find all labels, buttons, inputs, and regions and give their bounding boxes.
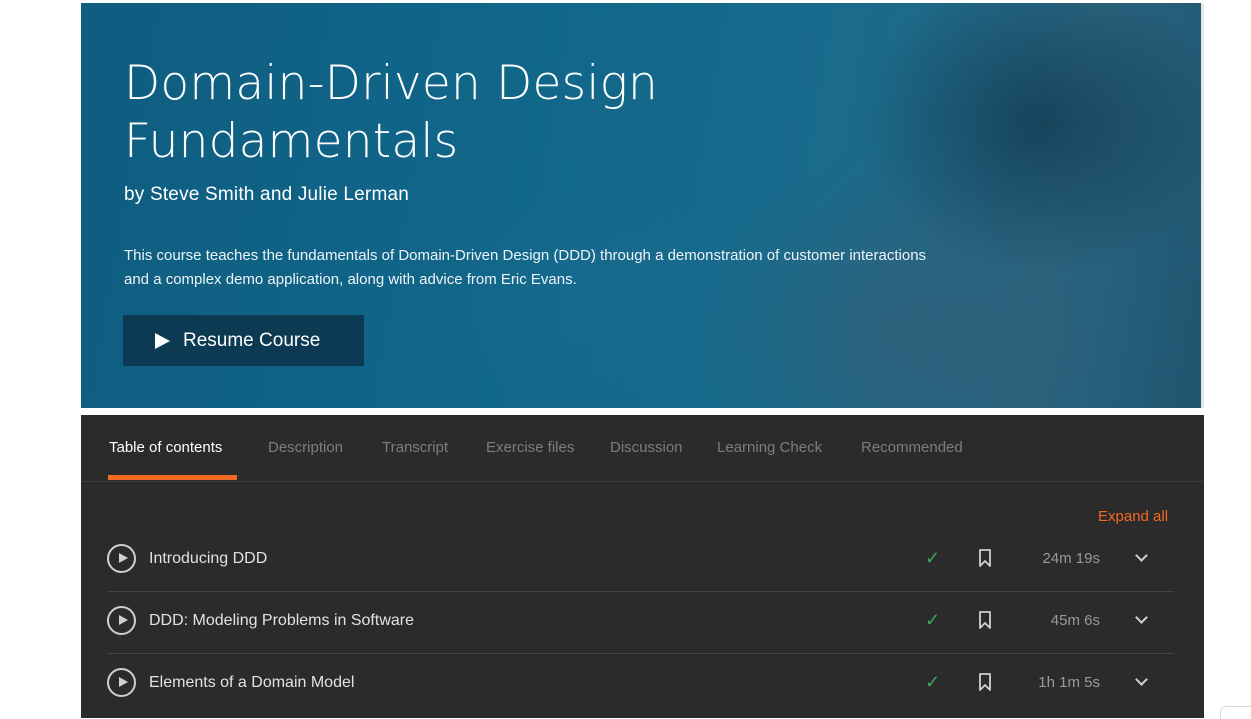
play-icon <box>155 332 170 349</box>
play-circle-icon[interactable] <box>107 668 136 697</box>
active-tab-indicator <box>108 475 237 480</box>
module-duration: 1h 1m 5s <box>1038 674 1100 691</box>
module-duration: 45m 6s <box>1050 612 1100 629</box>
bookmark-icon[interactable] <box>979 611 991 629</box>
tab-exercise-files[interactable]: Exercise files <box>486 439 574 456</box>
tab-learning-check[interactable]: Learning Check <box>717 439 822 456</box>
course-page: Domain-Driven Design Fundamentals by Ste… <box>81 3 1204 718</box>
chevron-down-icon[interactable] <box>1135 549 1148 562</box>
module-row[interactable]: Introducing DDD ✓ 24m 19s <box>107 530 1174 592</box>
tab-transcript[interactable]: Transcript <box>382 439 448 456</box>
window-corner <box>1220 706 1251 719</box>
bookmark-icon[interactable] <box>979 673 991 691</box>
expand-all-link[interactable]: Expand all <box>1098 508 1168 525</box>
check-icon: ✓ <box>925 548 941 568</box>
tab-description[interactable]: Description <box>268 439 343 456</box>
resume-course-button[interactable]: Resume Course <box>123 315 364 366</box>
module-title[interactable]: DDD: Modeling Problems in Software <box>149 612 414 630</box>
tab-table-of-contents[interactable]: Table of contents <box>109 439 222 456</box>
hero-divider <box>81 408 1204 415</box>
course-title: Domain-Driven Design Fundamentals <box>124 56 659 169</box>
module-row[interactable]: Elements of a Domain Model ✓ 1h 1m 5s <box>107 654 1174 716</box>
check-icon: ✓ <box>925 672 941 692</box>
tab-recommended[interactable]: Recommended <box>861 439 963 456</box>
chevron-down-icon[interactable] <box>1135 673 1148 686</box>
resume-course-label: Resume Course <box>183 329 321 351</box>
course-description: This course teaches the fundamentals of … <box>124 247 927 288</box>
module-title[interactable]: Elements of a Domain Model <box>149 674 354 692</box>
course-hero-banner: Domain-Driven Design Fundamentals by Ste… <box>81 3 1204 408</box>
course-authors: by Steve Smith and Julie Lerman <box>124 184 410 205</box>
chevron-down-icon[interactable] <box>1135 611 1148 624</box>
course-tabs: Table of contents Description Transcript… <box>81 415 1204 482</box>
check-icon: ✓ <box>925 610 941 630</box>
play-circle-icon[interactable] <box>107 606 136 635</box>
module-row[interactable]: DDD: Modeling Problems in Software ✓ 45m… <box>107 592 1174 654</box>
bookmark-icon[interactable] <box>979 549 991 567</box>
play-circle-icon[interactable] <box>107 544 136 573</box>
module-title[interactable]: Introducing DDD <box>149 550 267 568</box>
module-duration: 24m 19s <box>1042 550 1100 567</box>
tab-discussion[interactable]: Discussion <box>610 439 683 456</box>
